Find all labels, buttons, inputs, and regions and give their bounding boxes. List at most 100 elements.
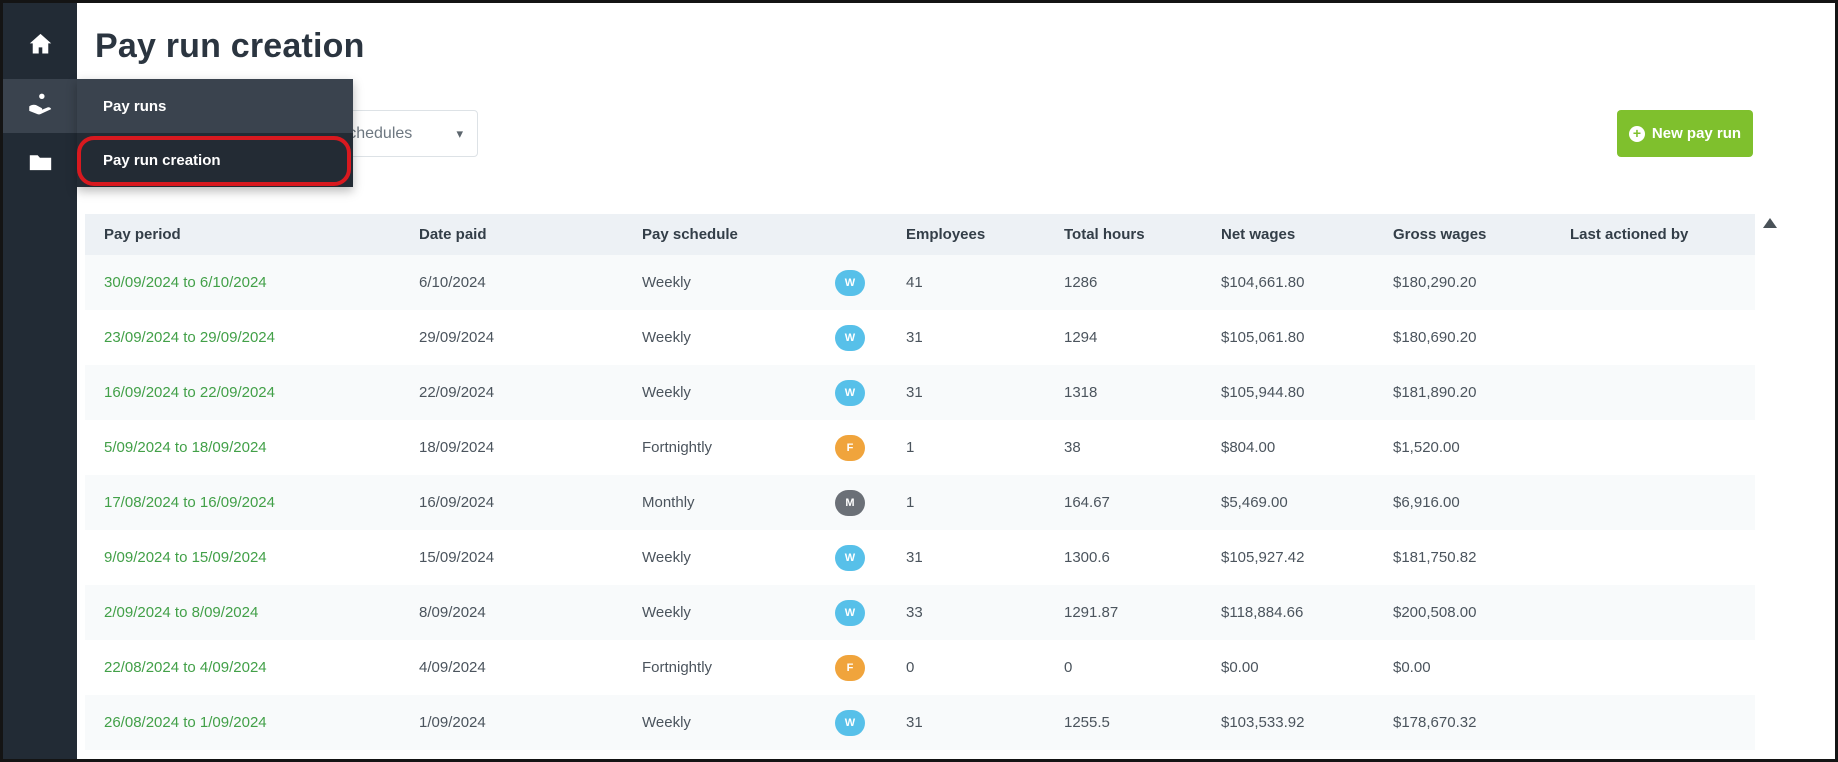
column-header-pay-schedule: Pay schedule <box>642 226 738 243</box>
flyout-item-pay-runs[interactable]: Pay runs <box>77 79 353 133</box>
date-paid-cell: 1/09/2024 <box>419 714 486 731</box>
new-pay-run-button[interactable]: + New pay run <box>1617 110 1753 157</box>
sidebar-item-files[interactable] <box>3 143 77 187</box>
table-row[interactable]: 26/08/2024 to 1/09/2024 1/09/2024 Weekly… <box>85 695 1755 750</box>
column-header-net-wages: Net wages <box>1221 226 1296 243</box>
column-header-pay-period: Pay period <box>104 226 181 243</box>
schedule-badge: W <box>835 269 865 296</box>
employees-cell: 0 <box>906 659 915 676</box>
table-row[interactable]: 17/08/2024 to 16/09/2024 16/09/2024 Mont… <box>85 475 1755 530</box>
employees-cell: 33 <box>906 604 923 621</box>
scrollbar-up-arrow[interactable] <box>1763 218 1777 228</box>
employees-cell: 1 <box>906 494 915 511</box>
table-row[interactable]: 23/09/2024 to 29/09/2024 29/09/2024 Week… <box>85 310 1755 365</box>
pay-run-creation-page: Pay run creation All schedules ▾ + New p… <box>0 0 1838 762</box>
pay-period-link[interactable]: 17/08/2024 to 16/09/2024 <box>104 494 275 511</box>
column-header-date-paid: Date paid <box>419 226 487 243</box>
pay-schedule-label: Monthly <box>642 494 695 511</box>
schedule-badge: W <box>835 599 865 626</box>
sidebar-item-pay-runs[interactable] <box>3 79 77 133</box>
pay-period-link[interactable]: 16/09/2024 to 22/09/2024 <box>104 384 275 401</box>
pay-schedule-cell: Weekly W <box>642 599 906 626</box>
sidebar-item-home[interactable] <box>3 25 77 69</box>
net-wages-cell: $105,927.42 <box>1221 549 1305 566</box>
schedule-badge: W <box>835 709 865 736</box>
date-paid-cell: 8/09/2024 <box>419 604 486 621</box>
table-row[interactable]: 16/09/2024 to 22/09/2024 22/09/2024 Week… <box>85 365 1755 420</box>
pay-schedule-cell: Weekly W <box>642 324 906 351</box>
table-row[interactable]: 30/09/2024 to 6/10/2024 6/10/2024 Weekly… <box>85 255 1755 310</box>
net-wages-cell: $104,661.80 <box>1221 274 1305 291</box>
gross-wages-cell: $0.00 <box>1393 659 1431 676</box>
net-wages-cell: $0.00 <box>1221 659 1259 676</box>
gross-wages-cell: $178,670.32 <box>1393 714 1477 731</box>
gross-wages-cell: $180,290.20 <box>1393 274 1477 291</box>
table-body: 30/09/2024 to 6/10/2024 6/10/2024 Weekly… <box>85 255 1755 750</box>
payroll-icon <box>27 90 54 122</box>
table-row[interactable]: 22/08/2024 to 4/09/2024 4/09/2024 Fortni… <box>85 640 1755 695</box>
new-pay-run-label: New pay run <box>1651 125 1742 142</box>
total-hours-cell: 0 <box>1064 659 1073 676</box>
employees-cell: 31 <box>906 714 923 731</box>
employees-cell: 31 <box>906 384 923 401</box>
pay-period-cell: 9/09/2024 to 15/09/2024 <box>104 549 419 566</box>
pay-schedule-label: Weekly <box>642 549 691 566</box>
pay-runs-table: Pay period Date paid Pay schedule Employ… <box>85 214 1755 750</box>
pay-period-link[interactable]: 26/08/2024 to 1/09/2024 <box>104 714 267 731</box>
pay-schedule-label: Weekly <box>642 384 691 401</box>
pay-schedule-cell: Fortnightly F <box>642 654 906 681</box>
gross-wages-cell: $200,508.00 <box>1393 604 1477 621</box>
pay-period-cell: 26/08/2024 to 1/09/2024 <box>104 714 419 731</box>
pay-schedule-label: Fortnightly <box>642 439 713 456</box>
table-header-row: Pay period Date paid Pay schedule Employ… <box>85 214 1755 255</box>
pay-period-cell: 5/09/2024 to 18/09/2024 <box>104 439 419 456</box>
pay-period-cell: 17/08/2024 to 16/09/2024 <box>104 494 419 511</box>
total-hours-cell: 38 <box>1064 439 1081 456</box>
employees-cell: 31 <box>906 329 923 346</box>
pay-period-cell: 22/08/2024 to 4/09/2024 <box>104 659 419 676</box>
table-row[interactable]: 2/09/2024 to 8/09/2024 8/09/2024 Weekly … <box>85 585 1755 640</box>
employees-cell: 41 <box>906 274 923 291</box>
schedule-badge: W <box>835 324 865 351</box>
pay-period-link[interactable]: 5/09/2024 to 18/09/2024 <box>104 439 267 456</box>
pay-schedule-label: Weekly <box>642 329 691 346</box>
schedule-badge: W <box>835 379 865 406</box>
gross-wages-cell: $181,750.82 <box>1393 549 1477 566</box>
pay-period-link[interactable]: 30/09/2024 to 6/10/2024 <box>104 274 267 291</box>
net-wages-cell: $118,884.66 <box>1221 604 1304 621</box>
flyout-item-pay-run-creation[interactable]: Pay run creation <box>77 133 353 187</box>
chevron-down-icon: ▾ <box>456 125 463 141</box>
total-hours-cell: 1291.87 <box>1064 604 1119 621</box>
table-row[interactable]: 9/09/2024 to 15/09/2024 15/09/2024 Weekl… <box>85 530 1755 585</box>
gross-wages-cell: $181,890.20 <box>1393 384 1477 401</box>
net-wages-cell: $804.00 <box>1221 439 1276 456</box>
column-header-total-hours: Total hours <box>1064 226 1145 243</box>
pay-period-link[interactable]: 9/09/2024 to 15/09/2024 <box>104 549 267 566</box>
net-wages-cell: $105,061.80 <box>1221 329 1305 346</box>
date-paid-cell: 4/09/2024 <box>419 659 486 676</box>
net-wages-cell: $5,469.00 <box>1221 494 1288 511</box>
pay-period-cell: 16/09/2024 to 22/09/2024 <box>104 384 419 401</box>
gross-wages-cell: $1,520.00 <box>1393 439 1460 456</box>
schedule-badge: W <box>835 544 865 571</box>
date-paid-cell: 16/09/2024 <box>419 494 495 511</box>
table-row[interactable]: 5/09/2024 to 18/09/2024 18/09/2024 Fortn… <box>85 420 1755 475</box>
net-wages-cell: $105,944.80 <box>1221 384 1305 401</box>
pay-period-link[interactable]: 23/09/2024 to 29/09/2024 <box>104 329 275 346</box>
total-hours-cell: 164.67 <box>1064 494 1110 511</box>
column-header-last-actioned-by: Last actioned by <box>1570 226 1689 243</box>
pay-schedule-label: Weekly <box>642 604 691 621</box>
total-hours-cell: 1300.6 <box>1064 549 1110 566</box>
pay-schedule-cell: Weekly W <box>642 269 906 296</box>
pay-schedule-cell: Weekly W <box>642 709 906 736</box>
date-paid-cell: 29/09/2024 <box>419 329 495 346</box>
schedule-badge: F <box>835 654 865 681</box>
pay-period-cell: 30/09/2024 to 6/10/2024 <box>104 274 419 291</box>
pay-period-link[interactable]: 2/09/2024 to 8/09/2024 <box>104 604 258 621</box>
employees-cell: 1 <box>906 439 915 456</box>
home-icon <box>27 31 54 63</box>
date-paid-cell: 18/09/2024 <box>419 439 495 456</box>
total-hours-cell: 1294 <box>1064 329 1098 346</box>
pay-period-link[interactable]: 22/08/2024 to 4/09/2024 <box>104 659 267 676</box>
employees-cell: 31 <box>906 549 923 566</box>
